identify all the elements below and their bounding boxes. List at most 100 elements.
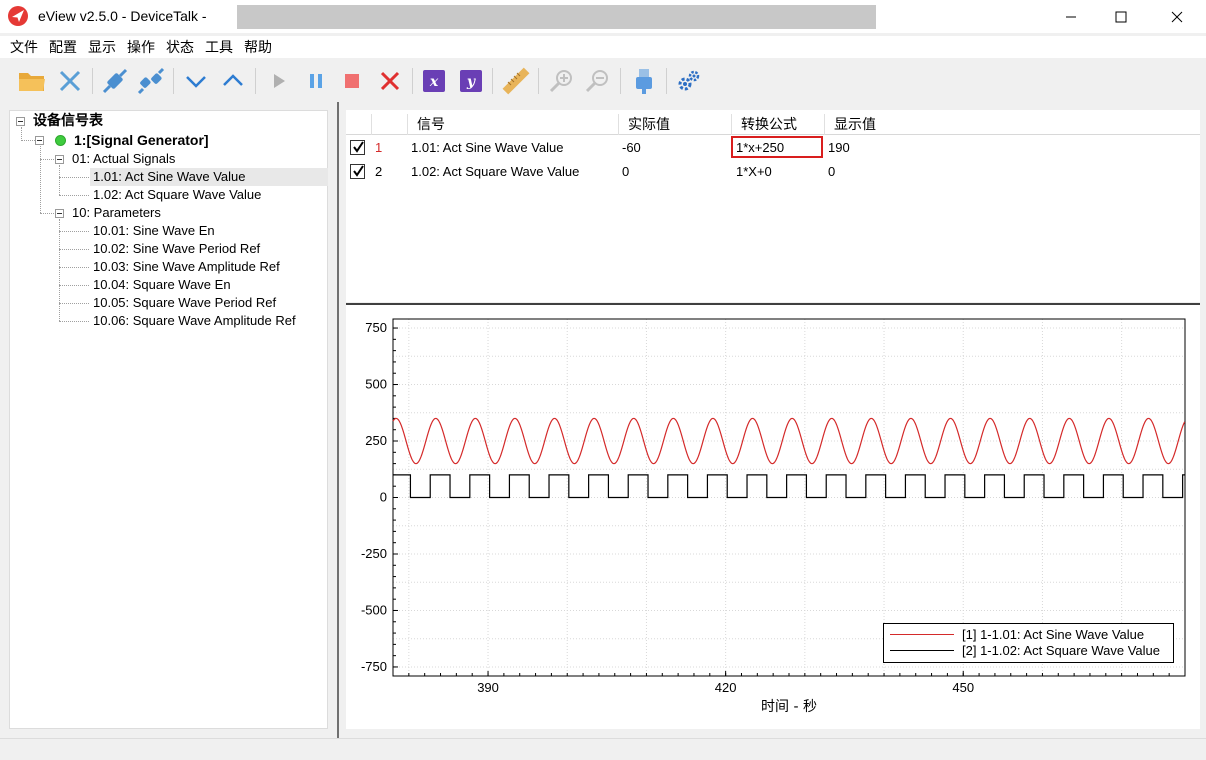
row-checkbox[interactable] (350, 140, 365, 155)
settings-button[interactable] (673, 65, 705, 97)
maximize-icon (1115, 11, 1127, 22)
redacted-title-region (237, 5, 876, 29)
tree-item-10-02[interactable]: 10.02: Sine Wave Period Ref (90, 240, 260, 258)
ruler-button[interactable] (500, 65, 532, 97)
zoom-in-button[interactable] (546, 65, 578, 97)
close-button[interactable] (1152, 0, 1202, 33)
x-axis-icon-label: x (429, 74, 439, 90)
header-check-column (346, 114, 372, 135)
tree-group-actual-signals[interactable]: 01: Actual Signals (72, 150, 175, 168)
tree-item-1-01[interactable]: 1.01: Act Sine Wave Value (90, 168, 328, 186)
stop-button[interactable] (336, 65, 368, 97)
status-bar (0, 738, 1206, 760)
y-tick-label: -250 (361, 546, 387, 561)
tree-root[interactable]: 设备信号表 (33, 111, 103, 129)
minimize-button[interactable] (1046, 0, 1096, 33)
y-tick-label: 500 (365, 377, 387, 392)
checkmark-icon (353, 165, 364, 177)
y-axis-icon-label: y (466, 74, 476, 90)
play-button[interactable] (263, 65, 295, 97)
menu-config[interactable]: 配置 (44, 36, 82, 58)
open-folder-button[interactable] (16, 65, 48, 97)
row-display-value: 190 (828, 140, 850, 155)
menu-status[interactable]: 状态 (161, 36, 199, 58)
row-formula[interactable]: 1*x+250 (736, 136, 784, 160)
tree-root-label: 设备信号表 (33, 112, 103, 128)
collapse-down-button[interactable] (180, 65, 212, 97)
y-tick-label: 750 (365, 320, 387, 335)
legend-swatch-1 (890, 634, 954, 635)
ruler-icon (502, 67, 530, 95)
menu-operate[interactable]: 操作 (122, 36, 160, 58)
legend-label-1: [1] 1-1.01: Act Sine Wave Value (962, 627, 1145, 642)
tree-collapse-toggle[interactable] (16, 117, 25, 126)
header-actual-value[interactable]: 实际值 (619, 114, 732, 135)
zoom-out-button[interactable] (582, 65, 614, 97)
legend-entry[interactable]: [1] 1-1.01: Act Sine Wave Value (884, 627, 1175, 642)
menu-file[interactable]: 文件 (5, 36, 43, 58)
minimize-icon (1066, 16, 1076, 17)
stop-icon (345, 74, 359, 88)
disconnect-button[interactable] (54, 65, 86, 97)
square-wave-series (393, 474, 1185, 499)
usb-icon (636, 69, 652, 94)
tree-item-1-02[interactable]: 1.02: Act Square Wave Value (90, 186, 261, 204)
app-logo-icon (8, 6, 28, 26)
close-icon (1171, 11, 1183, 22)
header-display-value[interactable]: 显示值 (825, 114, 1200, 135)
signal-chart: 750 500 250 0 -250 -500 -750 390 420 450 时间 - 秒 [1… (346, 305, 1200, 729)
row-checkbox[interactable] (350, 164, 365, 179)
zoom-out-icon (585, 70, 608, 93)
menu-tools[interactable]: 工具 (200, 36, 238, 58)
delete-button[interactable] (374, 65, 406, 97)
tree-collapse-toggle[interactable] (55, 209, 64, 218)
tree-item-10-01[interactable]: 10.01: Sine Wave En (90, 222, 215, 240)
row-signal: 1.02: Act Square Wave Value (411, 164, 580, 179)
expand-up-button[interactable] (217, 65, 249, 97)
chart-canvas[interactable]: 750 500 250 0 -250 -500 -750 390 420 450 时间 - 秒 (346, 305, 1200, 729)
y-tick-label: -500 (361, 602, 387, 617)
chart-legend: [1] 1-1.01: Act Sine Wave Value [2] 1-1.… (883, 623, 1174, 663)
tree-item-10-03[interactable]: 10.03: Sine Wave Amplitude Ref (90, 258, 280, 276)
toolbar: x y (0, 60, 1206, 102)
legend-label-2: [2] 1-1.02: Act Square Wave Value (962, 643, 1161, 658)
table-row[interactable]: 1 1.01: Act Sine Wave Value -60 1*x+250 … (346, 136, 1200, 160)
table-row[interactable]: 2 1.02: Act Square Wave Value 0 1*X+0 0 (346, 160, 1200, 184)
menu-help[interactable]: 帮助 (239, 36, 277, 58)
tree-item-10-06[interactable]: 10.06: Square Wave Amplitude Ref (90, 312, 296, 330)
x-tick-label: 450 (952, 680, 974, 695)
tree-device[interactable]: 1:[Signal Generator] (74, 131, 209, 149)
checkmark-icon (353, 141, 364, 153)
connect-button[interactable] (99, 65, 131, 97)
tree-collapse-toggle[interactable] (55, 155, 64, 164)
play-icon (274, 74, 285, 88)
signal-table: 信号 实际值 转换公式 显示值 1 1.01: Act Sine Wave Va… (346, 110, 1200, 302)
row-display-value: 0 (828, 164, 836, 179)
tree-collapse-toggle[interactable] (35, 136, 44, 145)
header-index-column (372, 114, 408, 135)
open-folder-icon (19, 73, 45, 91)
y-tick-label: 0 (380, 490, 387, 505)
legend-entry[interactable]: [2] 1-1.02: Act Square Wave Value (884, 643, 1175, 658)
x-axis-button[interactable]: x (418, 65, 450, 97)
device-online-status-icon (55, 135, 66, 146)
row-actual-value: -60 (622, 140, 641, 155)
menu-view[interactable]: 显示 (83, 36, 121, 58)
panel-splitter[interactable] (337, 102, 339, 738)
tree-device-label: 1:[Signal Generator] (74, 132, 209, 148)
row-formula[interactable]: 1*X+0 (736, 160, 772, 184)
pause-button[interactable] (300, 65, 332, 97)
y-axis-button[interactable]: y (455, 65, 487, 97)
header-signal[interactable]: 信号 (408, 114, 619, 135)
reconnect-button[interactable] (135, 65, 167, 97)
tree-group-parameters[interactable]: 10: Parameters (72, 204, 161, 222)
header-formula[interactable]: 转换公式 (732, 114, 825, 135)
disconnect-icon (59, 70, 81, 92)
maximize-button[interactable] (1096, 0, 1146, 33)
usb-button[interactable] (628, 65, 660, 97)
tree-item-10-04[interactable]: 10.04: Square Wave En (90, 276, 231, 294)
tree-item-10-05[interactable]: 10.05: Square Wave Period Ref (90, 294, 276, 312)
row-index: 2 (375, 164, 383, 179)
device-signal-tree: 设备信号表 1:[Signal Generator] 01: Actual Si… (9, 110, 328, 729)
delete-icon (380, 71, 400, 91)
